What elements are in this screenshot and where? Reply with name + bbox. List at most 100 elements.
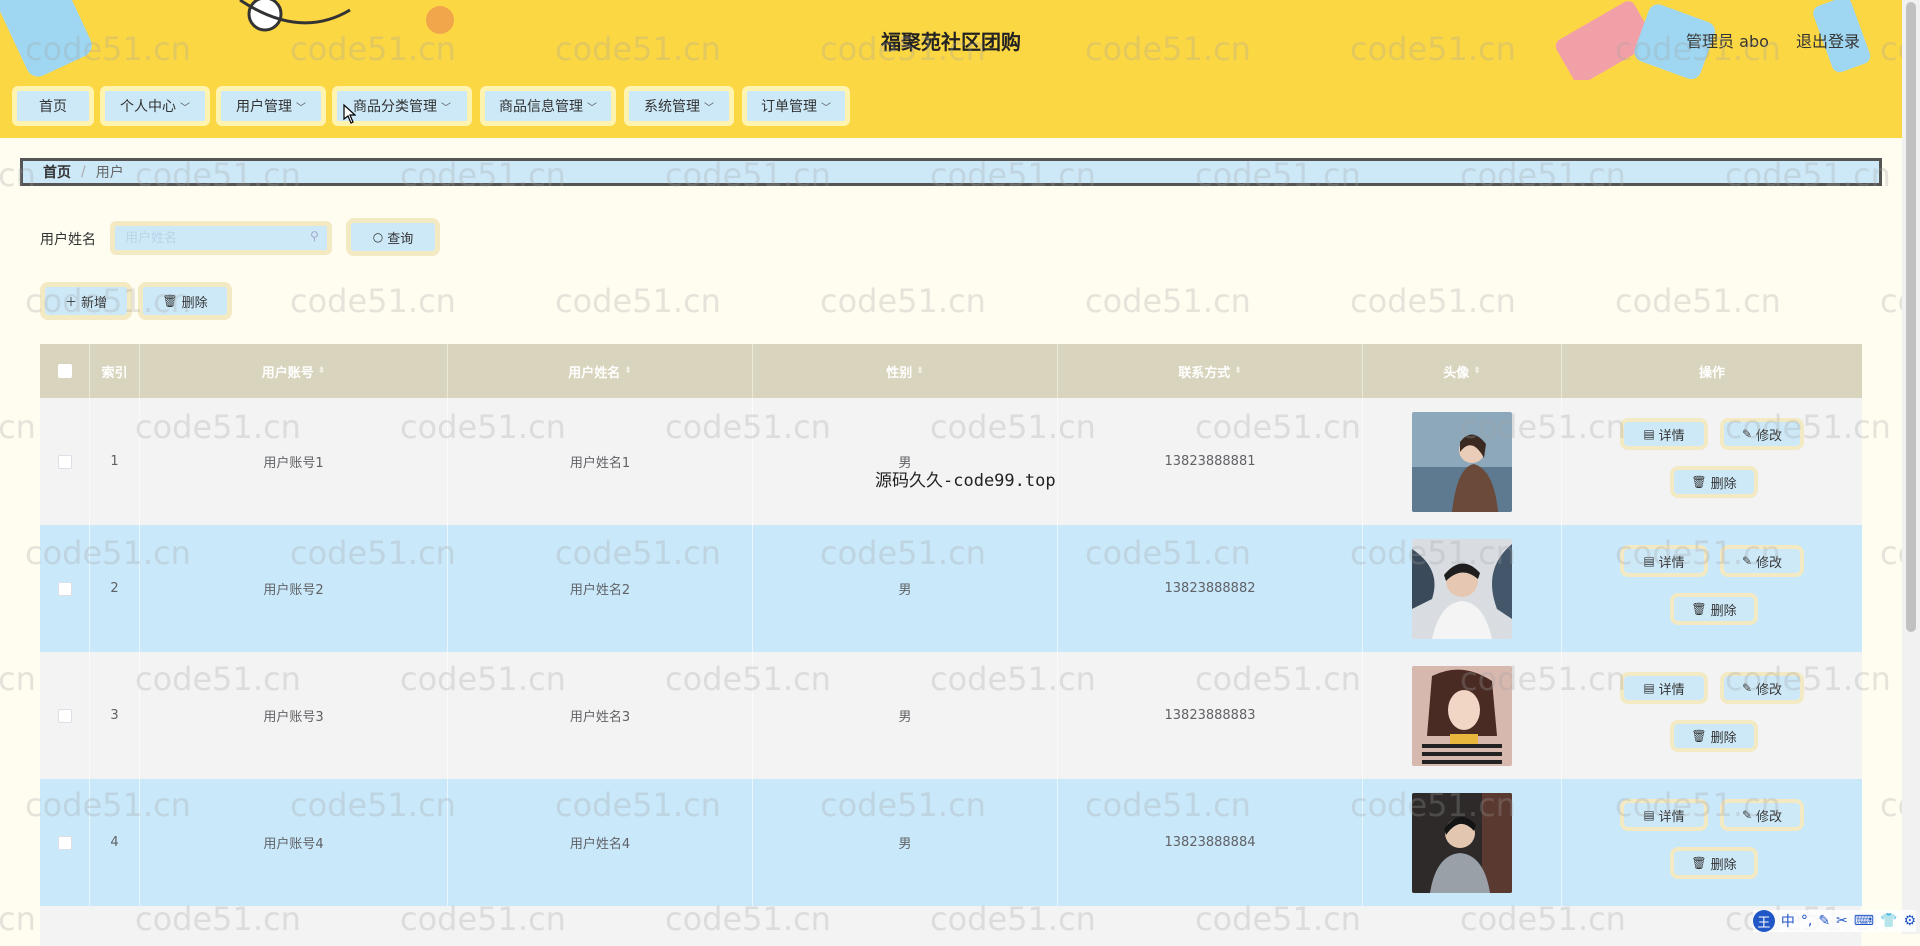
page-scrollbar[interactable] <box>1902 0 1920 934</box>
watermark-text: code51.cn <box>0 408 36 446</box>
row-select-cell <box>40 652 90 779</box>
trash-icon: 🗑 <box>1691 729 1707 743</box>
nav-label: 商品分类管理 <box>353 99 437 115</box>
detail-label: 详情 <box>1658 809 1685 825</box>
nav-home[interactable]: 首页 <box>12 86 94 126</box>
batch-delete-button[interactable]: 🗑 删除 <box>138 282 232 320</box>
detail-button[interactable]: ▤ 详情 <box>1620 799 1708 831</box>
delete-button[interactable]: 🗑 删除 <box>1670 847 1758 879</box>
watermark-text: code51.cn <box>0 660 36 698</box>
search-icon: ○ <box>372 230 384 244</box>
table-row: 1 用户账号1 用户姓名1 男 13823888881 ▤ 详情 ✎ 修改 🗑 删除 <box>40 398 1862 525</box>
chevron-down-icon: ﹀ <box>180 102 190 114</box>
nav-order-management[interactable]: 订单管理 ﹀ <box>742 86 850 126</box>
delete-button[interactable]: 🗑 删除 <box>1670 593 1758 625</box>
header-label: 操作 <box>1698 365 1725 381</box>
ime-pen-icon[interactable]: ✎ <box>1818 913 1830 929</box>
header-phone[interactable]: 联系方式 ⬍ <box>1058 344 1363 398</box>
table-row: 4 用户账号4 用户姓名4 男 13823888884 ▤ 详情 ✎ 修改 🗑 删除 <box>40 779 1862 906</box>
delete-button[interactable]: 🗑 删除 <box>1670 720 1758 752</box>
cell-gender: 男 <box>753 525 1058 652</box>
avatar-image <box>1412 792 1512 893</box>
table-row <box>40 906 1862 946</box>
document-icon: ▤ <box>1643 554 1655 568</box>
ime-punct-icon[interactable]: °, <box>1801 913 1812 929</box>
chevron-down-icon: ﹀ <box>704 102 714 114</box>
cell-phone: 13823888884 <box>1058 779 1363 906</box>
edit-button[interactable]: ✎ 修改 <box>1720 799 1804 831</box>
ime-skin-icon[interactable]: 👕 <box>1880 913 1897 929</box>
row-partial <box>40 906 1862 946</box>
nav-personal-center[interactable]: 个人中心 ﹀ <box>100 86 210 126</box>
site-title: 福聚苑社区团购 <box>881 30 1021 54</box>
table-header: 索引 用户账号 ⬍ 用户姓名 ⬍ 性别 ⬍ 联系方式 ⬍ 头像 ⬍ 操作 <box>40 344 1862 398</box>
header-gender[interactable]: 性别 ⬍ <box>753 344 1058 398</box>
cell-name: 用户姓名4 <box>448 779 753 906</box>
header-label: 用户账号 <box>261 365 314 381</box>
detail-button[interactable]: ▤ 详情 <box>1620 545 1708 577</box>
trash-icon: 🗑 <box>1691 475 1707 489</box>
nav-label: 订单管理 <box>761 99 817 115</box>
user-table: 索引 用户账号 ⬍ 用户姓名 ⬍ 性别 ⬍ 联系方式 ⬍ 头像 ⬍ 操作 1 用户账号1 … <box>40 344 1862 946</box>
nav-user-management[interactable]: 用户管理 ﹀ <box>216 86 326 126</box>
cell-name: 用户姓名1 <box>448 398 753 525</box>
watermark-text: code51.cn <box>1350 282 1516 320</box>
nav-system-management[interactable]: 系统管理 ﹀ <box>624 86 734 126</box>
detail-button[interactable]: ▤ 详情 <box>1620 418 1708 450</box>
row-checkbox[interactable] <box>57 835 72 850</box>
edit-button[interactable]: ✎ 修改 <box>1720 672 1804 704</box>
edit-button[interactable]: ✎ 修改 <box>1720 545 1804 577</box>
sort-icon[interactable]: ⬍ <box>1473 366 1481 376</box>
main-nav: 首页 个人中心 ﹀ 用户管理 ﹀ 商品分类管理 ﹀ 商品信息管理 ﹀ 系统管理 ﹀ 订单管… <box>0 80 1902 138</box>
ime-keyboard-icon[interactable]: ⌨ <box>1854 913 1874 929</box>
select-all-checkbox[interactable] <box>57 364 72 378</box>
edit-icon: ✎ <box>1741 808 1753 822</box>
cell-operations: ▤ 详情 ✎ 修改 🗑 删除 <box>1562 398 1862 525</box>
ime-logo-icon[interactable]: 王 <box>1752 910 1775 932</box>
detail-button[interactable]: ▤ 详情 <box>1620 672 1708 704</box>
add-button[interactable]: ＋ 新增 <box>40 282 132 320</box>
header-name[interactable]: 用户姓名 ⬍ <box>448 344 753 398</box>
delete-button[interactable]: 🗑 删除 <box>1670 466 1758 498</box>
header-account[interactable]: 用户账号 ⬍ <box>140 344 448 398</box>
search-input[interactable] <box>110 221 332 255</box>
query-button[interactable]: ○ 查询 <box>346 218 440 256</box>
edit-label: 修改 <box>1756 555 1783 571</box>
search-label: 用户姓名 <box>40 232 96 248</box>
operation-group: ▤ 详情 ✎ 修改 🗑 删除 <box>1562 525 1862 652</box>
row-select-cell <box>40 525 90 652</box>
watermark-text: code51.cn <box>1085 282 1251 320</box>
select-all-cell <box>40 344 90 398</box>
delete-label: 删除 <box>1710 857 1737 873</box>
chevron-down-icon: ﹀ <box>441 102 451 114</box>
edit-button[interactable]: ✎ 修改 <box>1720 418 1804 450</box>
admin-name[interactable]: 管理员 abo <box>1686 32 1769 51</box>
ime-scissors-icon[interactable]: ✂ <box>1836 913 1848 929</box>
edit-icon: ✎ <box>1741 427 1753 441</box>
sort-icon[interactable]: ⬍ <box>624 366 632 376</box>
document-icon: ▤ <box>1643 808 1655 822</box>
plus-icon: ＋ <box>64 294 77 309</box>
chevron-down-icon: ﹀ <box>821 102 831 114</box>
cell-account: 用户账号3 <box>140 652 448 779</box>
detail-label: 详情 <box>1658 555 1685 571</box>
header-avatar[interactable]: 头像 ⬍ <box>1363 344 1562 398</box>
logout-link[interactable]: 退出登录 <box>1796 32 1860 51</box>
chevron-down-icon: ﹀ <box>296 102 306 114</box>
ime-mode-icon[interactable]: 中 <box>1781 911 1795 931</box>
row-checkbox[interactable] <box>57 454 72 469</box>
nav-label: 用户管理 <box>236 99 292 115</box>
watermark-text: code51.cn <box>820 282 986 320</box>
ime-settings-icon[interactable]: ⚙ <box>1903 913 1916 929</box>
cell-operations: ▤ 详情 ✎ 修改 🗑 删除 <box>1562 779 1862 906</box>
sort-icon[interactable]: ⬍ <box>318 366 326 376</box>
row-checkbox[interactable] <box>57 708 72 723</box>
sort-icon[interactable]: ⬍ <box>916 366 924 376</box>
breadcrumb-home[interactable]: 首页 <box>43 162 71 182</box>
sort-icon[interactable]: ⬍ <box>1234 366 1242 376</box>
nav-product-management[interactable]: 商品信息管理 ﹀ <box>480 86 616 126</box>
header-label: 索引 <box>101 365 128 381</box>
row-checkbox[interactable] <box>57 581 72 596</box>
cell-index: 4 <box>90 779 140 906</box>
scrollbar-thumb[interactable] <box>1906 2 1916 632</box>
